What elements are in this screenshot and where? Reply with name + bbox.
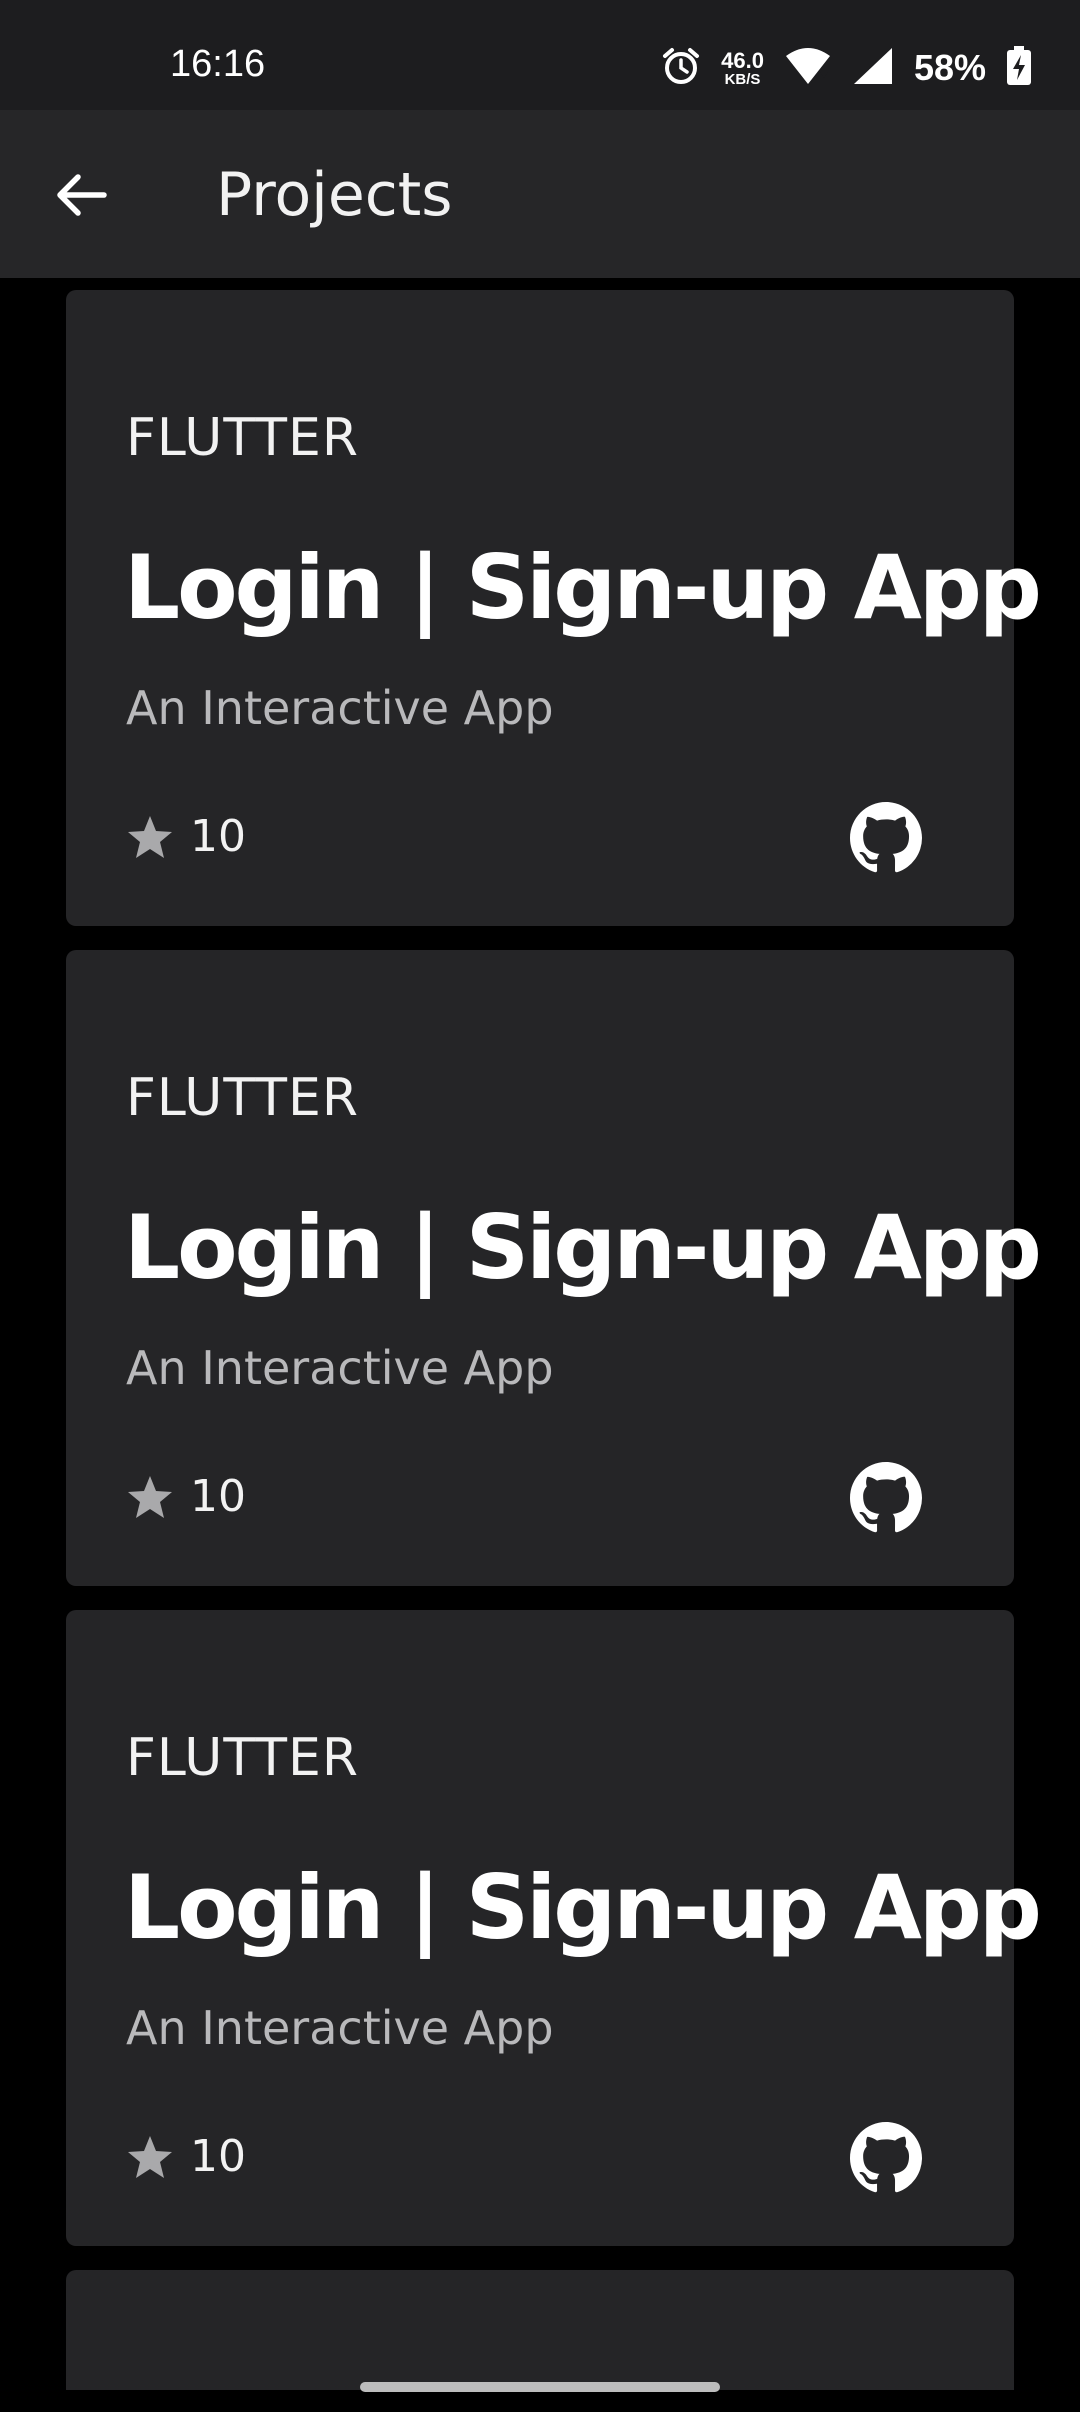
- project-card[interactable]: FLUTTER Login | Sign-up App An Interacti…: [66, 950, 1042, 1586]
- net-speed-unit: KB/S: [724, 70, 761, 88]
- github-icon: [850, 2122, 922, 2193]
- project-card-partial[interactable]: [66, 2270, 1014, 2390]
- star-icon: [128, 816, 172, 858]
- star-count: 10: [190, 1471, 246, 1522]
- status-icons: 46.0 KB/S 58%: [661, 38, 1032, 98]
- star-icon: [128, 2136, 172, 2178]
- star-icon: [128, 1476, 172, 1518]
- github-link-button[interactable]: [850, 802, 922, 874]
- github-link-button[interactable]: [850, 2122, 922, 2194]
- net-speed: 46.0 KB/S: [721, 47, 764, 88]
- battery-percent: 58%: [913, 47, 986, 88]
- github-link-button[interactable]: [850, 1462, 922, 1534]
- cell-signal-icon: [852, 46, 894, 90]
- page-title: Projects: [216, 160, 453, 230]
- project-title: Login | Sign-up App: [124, 1856, 1042, 1959]
- github-icon: [850, 1462, 922, 1533]
- back-button[interactable]: [46, 160, 116, 230]
- project-subtitle: An Interactive App: [126, 1341, 554, 1395]
- project-card[interactable]: FLUTTER Login | Sign-up App An Interacti…: [66, 1610, 1042, 2246]
- project-title: Login | Sign-up App: [124, 536, 1042, 639]
- project-stars: 10: [126, 2132, 246, 2182]
- star-count: 10: [190, 811, 246, 862]
- project-subtitle: An Interactive App: [126, 681, 554, 735]
- home-indicator[interactable]: [360, 2382, 720, 2392]
- battery-charging-icon: [1006, 46, 1032, 90]
- project-subtitle: An Interactive App: [126, 2001, 554, 2055]
- github-icon: [850, 802, 922, 873]
- wifi-icon: [784, 46, 832, 90]
- alarm-icon: [661, 46, 701, 90]
- arrow-left-icon: [57, 174, 107, 216]
- app-bar: Projects: [0, 110, 1080, 278]
- project-card[interactable]: FLUTTER Login | Sign-up App An Interacti…: [66, 290, 1042, 926]
- star-count: 10: [190, 2131, 246, 2182]
- net-speed-value: 46.0: [721, 47, 764, 73]
- project-tag: FLUTTER: [126, 1728, 359, 1788]
- project-stars: 10: [126, 1472, 246, 1522]
- project-stars: 10: [126, 812, 246, 862]
- project-title: Login | Sign-up App: [124, 1196, 1042, 1299]
- project-tag: FLUTTER: [126, 1068, 359, 1128]
- status-time: 16:16: [170, 43, 266, 85]
- project-tag: FLUTTER: [126, 408, 359, 468]
- status-bar: 16:16 46.0 KB/S 58%: [0, 0, 1080, 110]
